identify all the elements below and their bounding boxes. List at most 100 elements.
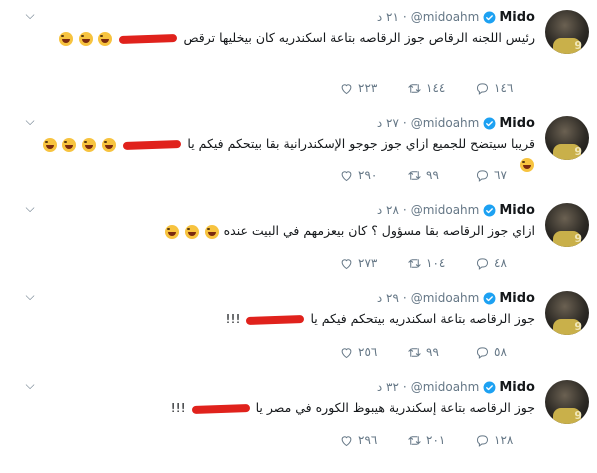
heart-icon xyxy=(341,435,352,446)
face-with-tears-of-joy-icon xyxy=(42,137,57,152)
retweet-icon xyxy=(408,435,421,445)
retweet-icon xyxy=(408,83,421,93)
verified-badge-icon xyxy=(483,11,496,23)
redaction-mark xyxy=(246,314,305,325)
separator-dot: · xyxy=(402,10,407,24)
tweet-text-body: جوز الرقاصه بتاعة اسكندريه بيتحكم فيكم ي… xyxy=(310,311,535,326)
separator-dot: · xyxy=(402,380,407,394)
display-name[interactable]: Mido xyxy=(499,116,535,131)
face-with-tears-of-joy-icon xyxy=(98,31,113,46)
tweet[interactable]: 9 ⌵ ٢٩ د · @midoahm Mido جوز الرقاصه بتا… xyxy=(0,281,597,371)
user-handle[interactable]: @midoahm xyxy=(411,380,480,394)
reply-icon xyxy=(476,82,489,95)
avatar[interactable]: 9 xyxy=(545,291,589,335)
user-handle[interactable]: @midoahm xyxy=(411,10,480,24)
heart-icon xyxy=(341,83,352,94)
tweet-actions: ٤٨ ١٠٤ ٢٧٣ xyxy=(339,255,535,271)
retweet-button[interactable]: ٩٩ xyxy=(407,345,475,360)
tweet-header: ٢٨ د · @midoahm Mido xyxy=(377,202,535,218)
verified-badge-icon xyxy=(483,292,496,304)
user-handle[interactable]: @midoahm xyxy=(411,203,480,217)
tweet-feed: 9 ⌵ ٢١ د · @midoahm Mido رئيس اللجنه الر… xyxy=(0,0,597,473)
like-count: ٢٧٣ xyxy=(358,256,378,270)
retweet-button[interactable]: ١٤٤ xyxy=(407,81,475,96)
chevron-down-icon[interactable]: ⌵ xyxy=(22,113,38,129)
retweet-icon xyxy=(408,258,421,268)
verified-badge-icon xyxy=(483,381,496,393)
reply-button[interactable]: ٥٨ xyxy=(475,345,535,360)
retweet-icon xyxy=(408,170,421,180)
reply-icon xyxy=(476,346,489,359)
face-with-tears-of-joy-icon xyxy=(102,137,117,152)
tweet-text-body: جوز الرقاصه بتاعة إسكندرية هيبوظ الكوره … xyxy=(255,400,535,415)
face-with-tears-of-joy-icon xyxy=(204,224,219,239)
like-button[interactable]: ٢٩٦ xyxy=(339,433,407,448)
avatar[interactable]: 9 xyxy=(545,203,589,247)
chevron-down-icon[interactable]: ⌵ xyxy=(22,200,38,216)
heart-icon xyxy=(341,170,352,181)
heart-icon xyxy=(341,347,352,358)
avatar[interactable]: 9 xyxy=(545,10,589,54)
tweet[interactable]: 9 ⌵ ٢٧ د · @midoahm Mido قريبا سيتضح للج… xyxy=(0,106,597,194)
tweet-text-body: رئيس اللجنه الرقاص جوز الرقاصه بتاعة اسك… xyxy=(183,30,535,45)
reply-count: ١٤٦ xyxy=(494,81,514,95)
chevron-down-icon[interactable]: ⌵ xyxy=(22,288,38,304)
timestamp[interactable]: ٢٩ د xyxy=(377,291,399,305)
like-button[interactable]: ٢٧٣ xyxy=(339,256,407,271)
avatar[interactable]: 9 xyxy=(545,380,589,424)
tweet-text-body: ازاي جوز الرقاصه بقا مسؤول ؟ كان بيعزمهم… xyxy=(223,223,535,238)
like-button[interactable]: ٢٢٣ xyxy=(339,81,407,96)
tweet-actions: ٦٧ ٩٩ ٢٩٠ xyxy=(339,167,535,183)
reply-button[interactable]: ٦٧ xyxy=(475,168,535,183)
next-tweet-peek xyxy=(0,458,597,473)
display-name[interactable]: Mido xyxy=(499,203,535,218)
like-count: ٢٩٠ xyxy=(358,168,378,182)
retweet-button[interactable]: ١٠٤ xyxy=(407,256,475,271)
tweet-text: رئيس اللجنه الرقاص جوز الرقاصه بتاعة اسك… xyxy=(25,28,535,48)
tweet-actions: ٥٨ ٩٩ ٢٥٦ xyxy=(339,344,535,360)
tweet[interactable]: 9 ⌵ ٣٢ د · @midoahm Mido جوز الرقاصه بتا… xyxy=(0,370,597,459)
tweet-text-suffix: !!! xyxy=(225,311,241,326)
retweet-button[interactable]: ٢٠١ xyxy=(407,433,475,448)
display-name[interactable]: Mido xyxy=(499,380,535,395)
tweet-actions: ١٢٨ ٢٠١ ٢٩٦ xyxy=(339,432,535,448)
tweet-header: ٢٧ د · @midoahm Mido xyxy=(377,115,535,131)
display-name[interactable]: Mido xyxy=(499,291,535,306)
timestamp[interactable]: ٢٨ د xyxy=(377,203,399,217)
tweet-text-body: قريبا سيتضح للجميع ازاي جوز جوجو الإسكند… xyxy=(187,136,535,151)
tweet[interactable]: 9 ⌵ ٢٨ د · @midoahm Mido ازاي جوز الرقاص… xyxy=(0,193,597,282)
tweet-header: ٢١ د · @midoahm Mido xyxy=(377,9,535,25)
retweet-button[interactable]: ٩٩ xyxy=(407,168,475,183)
tweet[interactable]: 9 ⌵ ٢١ د · @midoahm Mido رئيس اللجنه الر… xyxy=(0,0,597,107)
separator-dot: · xyxy=(402,116,407,130)
tweet-header: ٣٢ د · @midoahm Mido xyxy=(377,379,535,395)
avatar[interactable]: 9 xyxy=(545,116,589,160)
display-name[interactable]: Mido xyxy=(499,10,535,25)
face-with-tears-of-joy-icon xyxy=(82,137,97,152)
reply-button[interactable]: ١٢٨ xyxy=(475,433,535,448)
timestamp[interactable]: ٢١ د xyxy=(377,10,399,24)
reply-icon xyxy=(476,257,489,270)
tweet-text-suffix: !!! xyxy=(170,400,186,415)
timestamp[interactable]: ٣٢ د xyxy=(377,380,399,394)
timestamp[interactable]: ٢٧ د xyxy=(377,116,399,130)
retweet-count: ٩٩ xyxy=(426,168,439,182)
user-handle[interactable]: @midoahm xyxy=(411,291,480,305)
retweet-count: ٢٠١ xyxy=(426,433,446,447)
chevron-down-icon[interactable]: ⌵ xyxy=(22,7,38,23)
face-with-tears-of-joy-icon xyxy=(62,137,77,152)
face-with-tears-of-joy-icon xyxy=(78,31,93,46)
reply-count: ٦٧ xyxy=(494,168,507,182)
like-button[interactable]: ٢٩٠ xyxy=(339,168,407,183)
like-button[interactable]: ٢٥٦ xyxy=(339,345,407,360)
reply-button[interactable]: ١٤٦ xyxy=(475,81,535,96)
reply-button[interactable]: ٤٨ xyxy=(475,256,535,271)
redaction-mark xyxy=(191,403,250,414)
chevron-down-icon[interactable]: ⌵ xyxy=(22,377,38,393)
tweet-text: ازاي جوز الرقاصه بقا مسؤول ؟ كان بيعزمهم… xyxy=(25,221,535,241)
tweet-text: جوز الرقاصه بتاعة إسكندرية هيبوظ الكوره … xyxy=(25,398,535,418)
reply-count: ٤٨ xyxy=(494,256,507,270)
like-count: ٢٥٦ xyxy=(358,345,378,359)
user-handle[interactable]: @midoahm xyxy=(411,116,480,130)
like-count: ٢٩٦ xyxy=(358,433,378,447)
